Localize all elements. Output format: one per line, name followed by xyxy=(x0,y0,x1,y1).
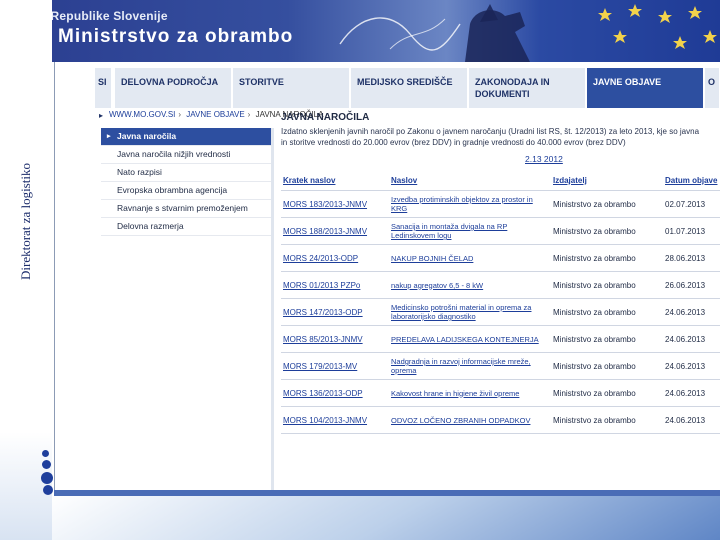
tender-code-link[interactable]: MORS 104/2013-JNMV xyxy=(281,406,389,434)
sidebar-item-javna-narocila[interactable]: ▸ Javna naročila xyxy=(101,128,271,146)
tender-date: 24.06.2013 xyxy=(663,406,720,434)
tender-date: 28.06.2013 xyxy=(663,244,720,272)
web-page: SI DELOVNA PODROČJA STORITVE MEDIJSKO SR… xyxy=(54,62,720,490)
tender-subject-link[interactable]: PREDELAVA LADIJSKEGA KONTEJNERJA xyxy=(389,325,551,353)
tender-subject-link[interactable]: nakup agregatov 6,5 - 8 kW xyxy=(389,271,551,299)
table-row: MORS 104/2013-JNMV ODVOZ LOČENO ZBRANIH O… xyxy=(281,406,720,434)
tender-issuer: Ministrstvo za obrambo xyxy=(551,406,663,434)
table-row: MORS 188/2013-JNMV Sanacija in montaža dv… xyxy=(281,217,720,245)
menu-arrow-icon: ▸ xyxy=(107,133,111,140)
ministry-name: Ministrstvo za obrambo xyxy=(58,26,294,47)
tender-subject-link[interactable]: Sanacija in montaža dvigala na RP Ledins… xyxy=(389,217,551,245)
tab-more[interactable]: O xyxy=(705,68,720,108)
breadcrumb-home[interactable]: WWW.MO.GOV.SI xyxy=(109,110,175,119)
tab-language[interactable]: SI xyxy=(95,68,113,108)
tender-date: 24.06.2013 xyxy=(663,379,720,407)
tender-date: 01.07.2013 xyxy=(663,217,720,245)
tender-code-link[interactable]: MORS 85/2013-JNMV xyxy=(281,325,389,353)
tender-code-link[interactable]: MORS 183/2013-JNMV xyxy=(281,190,389,218)
directorate-title: Direktorat za logistiko xyxy=(18,163,33,280)
tender-issuer: Ministrstvo za obrambo xyxy=(551,298,663,326)
table-row: MORS 183/2013-JNMV Izvedba protiminskih o… xyxy=(281,190,720,218)
tender-date: 26.06.2013 xyxy=(663,271,720,299)
tender-issuer: Ministrstvo za obrambo xyxy=(551,352,663,380)
table-row: MORS 147/2013-ODP Medicinsko potrošni mat… xyxy=(281,298,720,326)
tender-date: 02.07.2013 xyxy=(663,190,720,218)
breadcrumb-arrow-icon: ▸ xyxy=(99,111,104,120)
tender-issuer: Ministrstvo za obrambo xyxy=(551,217,663,245)
tender-code-link[interactable]: MORS 136/2013-ODP xyxy=(281,379,389,407)
tender-subject-link[interactable]: Izvedba protiminskih objektov za prostor… xyxy=(389,190,551,218)
sidebar-item-nizje-vrednosti[interactable]: Javna naročila nižjih vrednosti xyxy=(101,146,271,164)
sidebar-item-nato-razpisi[interactable]: Nato razpisi xyxy=(101,164,271,182)
main-nav: SI DELOVNA PODROČJA STORITVE MEDIJSKO SR… xyxy=(95,68,720,110)
column-divider xyxy=(271,128,274,490)
tender-date: 24.06.2013 xyxy=(663,298,720,326)
table-row: MORS 01/2013 PZPo nakup agregatov 6,5 - 8… xyxy=(281,271,720,299)
tab-storitve[interactable]: STORITVE xyxy=(233,68,351,108)
tender-subject-link[interactable]: Kakovost hrane in higiene živil opreme xyxy=(389,379,551,407)
table-row: MORS 136/2013-ODP Kakovost hrane in higie… xyxy=(281,379,720,407)
tender-issuer: Ministrstvo za obrambo xyxy=(551,379,663,407)
tender-code-link[interactable]: MORS 01/2013 PZPo xyxy=(281,271,389,299)
tender-subject-link[interactable]: ODVOZ LOČENO ZBRANIH ODPADKOV xyxy=(389,406,551,434)
eu-stars-icon xyxy=(598,4,717,49)
page-description: Izdatno sklenjenih javnih naročil po Zak… xyxy=(281,127,700,147)
statue-illustration xyxy=(339,4,530,62)
sidebar-item-delovna-razmerja[interactable]: Delovna razmerja xyxy=(101,218,271,236)
tab-medijsko-sredisce[interactable]: MEDIJSKO SREDIŠČE xyxy=(351,68,469,108)
tender-subject-link[interactable]: Medicinsko potrošni material in oprema z… xyxy=(389,298,551,326)
tender-code-link[interactable]: MORS 188/2013-JNMV xyxy=(281,217,389,245)
tender-date: 24.06.2013 xyxy=(663,352,720,380)
tender-issuer: Ministrstvo za obrambo xyxy=(551,271,663,299)
col-header-issuer[interactable]: Izdajatelj xyxy=(551,170,663,191)
bottom-bar xyxy=(54,490,720,496)
tender-issuer: Ministrstvo za obrambo xyxy=(551,325,663,353)
header-banner: Vlada Republike Slovenije Ministrstvo za… xyxy=(0,0,720,62)
sidebar-menu: ▸ Javna naročila Javna naročila nižjih vr… xyxy=(101,128,271,236)
tab-delovna-podrocja[interactable]: DELOVNA PODROČJA xyxy=(115,68,233,108)
tender-subject-link[interactable]: Nadgradnja in razvoj informacijske mreže… xyxy=(389,352,551,380)
tender-subject-link[interactable]: NAKUP BOJNIH ČELAD xyxy=(389,244,551,272)
tender-issuer: Ministrstvo za obrambo xyxy=(551,244,663,272)
table-header-row: Kratek naslov Naslov Izdajatelj Datum ob… xyxy=(281,170,720,191)
sidebar-item-premozenje[interactable]: Ravnanje s stvarnim premoženjem xyxy=(101,200,271,218)
tender-code-link[interactable]: MORS 147/2013-ODP xyxy=(281,298,389,326)
table-row: MORS 85/2013-JNMV PREDELAVA LADIJSKEGA KO… xyxy=(281,325,720,353)
tender-code-link[interactable]: MORS 179/2013-MV xyxy=(281,352,389,380)
col-header-title[interactable]: Kratek naslov xyxy=(281,170,389,191)
tab-javne-objave[interactable]: JAVNE OBJAVE xyxy=(587,68,705,108)
tab-zakonodaja[interactable]: ZAKONODAJA IN DOKUMENTI xyxy=(469,68,587,108)
breadcrumb-javne-objave[interactable]: JAVNE OBJAVE xyxy=(186,110,244,119)
tender-issuer: Ministrstvo za obrambo xyxy=(551,190,663,218)
tender-code-link[interactable]: MORS 24/2013-ODP xyxy=(281,244,389,272)
page-title: JAVNA NAROČILA xyxy=(281,112,370,123)
year-filter-link[interactable]: 2.13 2012 xyxy=(525,154,563,164)
tender-date: 24.06.2013 xyxy=(663,325,720,353)
table-row: MORS 179/2013-MV Nadgradnja in razvoj inf… xyxy=(281,352,720,380)
table-row: MORS 24/2013-ODP NAKUP BOJNIH ČELAD Minist… xyxy=(281,244,720,272)
col-header-date[interactable]: Datum objave xyxy=(663,170,720,191)
sidebar-item-eda[interactable]: Evropska obrambna agencija xyxy=(101,182,271,200)
col-header-subject[interactable]: Naslov xyxy=(389,170,551,191)
tenders-table: Kratek naslov Naslov Izdajatelj Datum ob… xyxy=(281,170,720,434)
